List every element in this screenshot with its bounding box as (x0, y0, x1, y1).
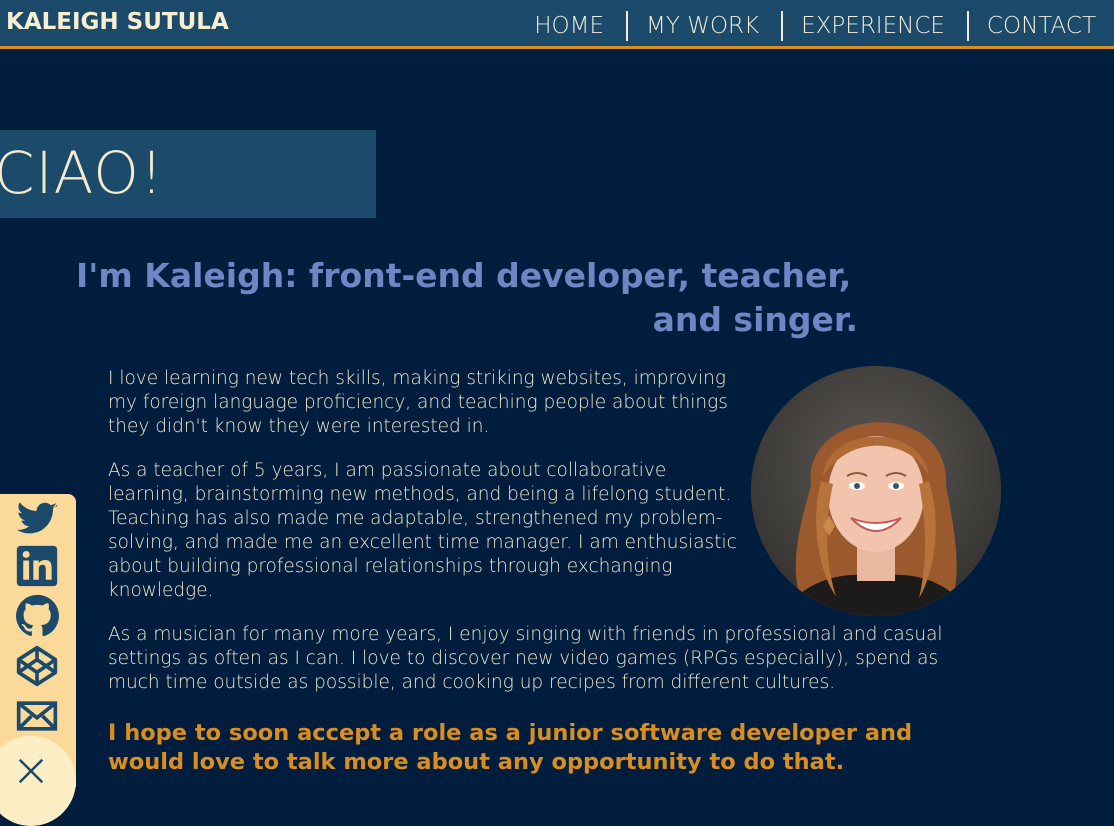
close-icon[interactable] (16, 756, 46, 786)
site-brand[interactable]: KALEIGH SUTULA (6, 9, 229, 35)
codepen-icon[interactable] (14, 644, 60, 688)
about-paragraph-1: I love learning new tech skills, making … (108, 368, 728, 437)
social-panel-toggle[interactable] (0, 736, 76, 826)
main-nav: HOME MY WORK EXPERIENCE CONTACT (534, 0, 1114, 46)
twitter-icon[interactable] (14, 498, 60, 542)
greeting-text: CIAO! (0, 139, 165, 207)
email-icon[interactable] (14, 694, 60, 738)
github-icon[interactable] (14, 594, 60, 638)
linkedin-icon[interactable] (14, 544, 60, 588)
profile-photo (751, 366, 1001, 616)
nav-experience-link[interactable]: EXPERIENCE (783, 12, 967, 40)
social-links-panel (0, 494, 76, 826)
nav-my-work-link[interactable]: MY WORK (628, 12, 781, 40)
headline-line-2: and singer. (652, 300, 858, 339)
top-nav-bar: KALEIGH SUTULA HOME MY WORK EXPERIENCE C… (0, 0, 1114, 49)
closing-statement: I hope to soon accept a role as a junior… (108, 720, 913, 775)
nav-contact-link[interactable]: CONTACT (969, 12, 1114, 40)
about-paragraph-2: As a teacher of 5 years, I am passionate… (108, 460, 737, 601)
about-paragraph-3: As a musician for many more years, I enj… (108, 624, 943, 693)
nav-home-link[interactable]: HOME (534, 12, 626, 40)
headline-line-1: I'm Kaleigh: front-end developer, teache… (76, 256, 852, 295)
page-headline: I'm Kaleigh: front-end developer, teache… (76, 254, 858, 342)
